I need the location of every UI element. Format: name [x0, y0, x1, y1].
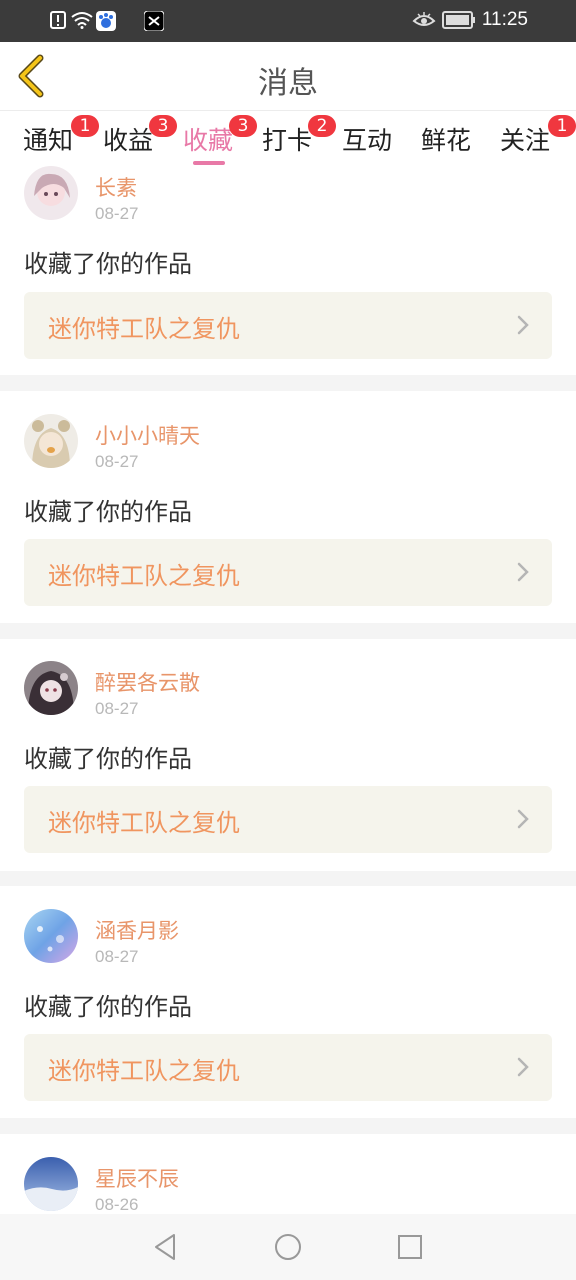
- chevron-right-icon: [517, 1057, 529, 1077]
- tab-badge: 3: [229, 115, 257, 137]
- tab-follow[interactable]: 关注 1: [500, 115, 576, 157]
- tab-label: 收藏: [183, 126, 234, 155]
- work-link[interactable]: 迷你特工队之复仇: [24, 292, 552, 359]
- avatar-image: [24, 1157, 78, 1211]
- avatar-image: [24, 661, 78, 715]
- username[interactable]: 涵香月影: [95, 915, 179, 945]
- battery-icon: [442, 11, 475, 29]
- tab-notice[interactable]: 通知 1: [23, 115, 99, 157]
- work-link[interactable]: 迷你特工队之复仇: [24, 786, 552, 853]
- avatar-image: [24, 166, 78, 220]
- work-link[interactable]: 迷你特工队之复仇: [24, 1034, 552, 1101]
- username[interactable]: 小小小晴天: [95, 420, 200, 450]
- date: 08-26: [95, 1195, 139, 1214]
- tab-label: 打卡: [262, 126, 313, 155]
- tab-earnings[interactable]: 收益 3: [103, 115, 177, 157]
- tab-badge: 3: [149, 115, 177, 137]
- capcut-app-icon: [144, 11, 164, 31]
- back-triangle-icon[interactable]: [151, 1232, 181, 1262]
- screen: 11:25 消息 通知 1 收益 3 收藏 3 打卡 2 互动 鲜花 关注 1 …: [0, 0, 576, 1280]
- work-title: 迷你特工队之复仇: [48, 809, 240, 837]
- avatar[interactable]: [24, 1157, 78, 1211]
- avatar[interactable]: [24, 661, 78, 715]
- tab-badge: 2: [308, 115, 336, 137]
- tab-label: 互动: [342, 126, 393, 155]
- username[interactable]: 醉罢各云散: [95, 667, 200, 697]
- tab-flowers[interactable]: 鲜花: [421, 121, 471, 157]
- message: 收藏了你的作品: [24, 993, 192, 1021]
- date: 08-27: [95, 452, 139, 471]
- list-item: 长素 08-27 收藏了你的作品 迷你特工队之复仇: [0, 166, 576, 375]
- tab-badge: 1: [71, 115, 99, 137]
- tab-checkin[interactable]: 打卡 2: [262, 115, 336, 157]
- list-item: 小小小晴天 08-27 收藏了你的作品 迷你特工队之复仇: [0, 391, 576, 623]
- date: 08-27: [95, 699, 139, 718]
- page-title: 消息: [258, 66, 318, 101]
- avatar[interactable]: [24, 166, 78, 220]
- work-link[interactable]: 迷你特工队之复仇: [24, 539, 552, 606]
- chevron-right-icon: [517, 809, 529, 829]
- header: 消息: [0, 42, 576, 111]
- work-title: 迷你特工队之复仇: [48, 562, 240, 590]
- tab-interaction[interactable]: 互动: [342, 121, 392, 157]
- eye-icon: [412, 12, 436, 26]
- tab-label: 关注: [500, 126, 551, 155]
- system-nav-bar: [0, 1214, 576, 1280]
- chevron-right-icon: [517, 315, 529, 335]
- wifi-icon: [71, 12, 93, 29]
- list-item: 醉罢各云散 08-27 收藏了你的作品 迷你特工队之复仇: [0, 639, 576, 871]
- list-item: 涵香月影 08-27 收藏了你的作品 迷你特工队之复仇: [0, 886, 576, 1118]
- avatar[interactable]: [24, 909, 78, 963]
- chevron-right-icon: [517, 562, 529, 582]
- avatar-image: [24, 414, 78, 468]
- work-title: 迷你特工队之复仇: [48, 315, 240, 343]
- tab-favorites[interactable]: 收藏 3: [183, 115, 257, 157]
- recents-square-icon[interactable]: [395, 1232, 425, 1262]
- message: 收藏了你的作品: [24, 498, 192, 526]
- work-title: 迷你特工队之复仇: [48, 1057, 240, 1085]
- tab-label: 收益: [103, 126, 154, 155]
- baidu-app-icon: [96, 11, 116, 31]
- username[interactable]: 长素: [95, 172, 137, 202]
- date: 08-27: [95, 204, 139, 223]
- message: 收藏了你的作品: [24, 250, 192, 278]
- tab-label: 通知: [23, 126, 74, 155]
- alert-icon: [50, 11, 66, 29]
- avatar-image: [24, 909, 78, 963]
- avatar[interactable]: [24, 414, 78, 468]
- home-circle-icon[interactable]: [273, 1232, 303, 1262]
- date: 08-27: [95, 947, 139, 966]
- tab-label: 鲜花: [421, 126, 472, 155]
- tab-bar: 通知 1 收益 3 收藏 3 打卡 2 互动 鲜花 关注 1: [0, 111, 576, 169]
- status-bar: 11:25: [0, 0, 576, 42]
- message: 收藏了你的作品: [24, 745, 192, 773]
- tab-badge: 1: [548, 115, 576, 137]
- username[interactable]: 星辰不辰: [95, 1163, 179, 1193]
- active-tab-indicator: [193, 161, 225, 165]
- status-time: 11:25: [481, 9, 528, 30]
